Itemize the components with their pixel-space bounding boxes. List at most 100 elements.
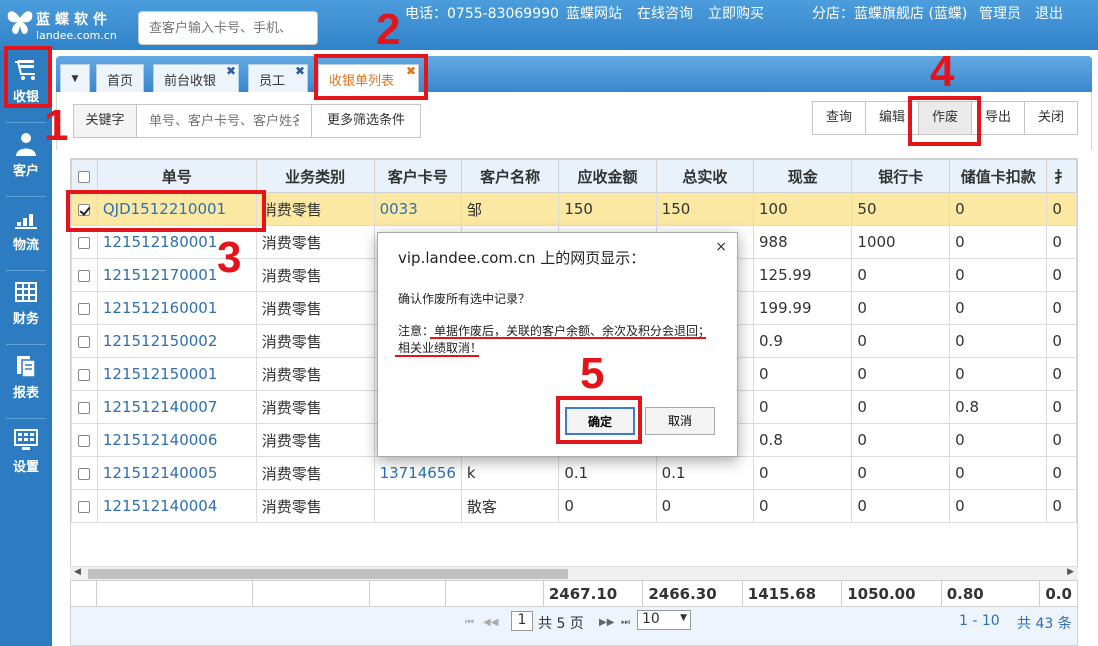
scroll-thumb[interactable] [88,569,568,579]
online-consult-link[interactable]: 在线咨询 [637,3,693,23]
row-checkbox[interactable] [78,500,91,513]
col-header[interactable]: 应收金额 [558,159,657,193]
col-header[interactable]: 现金 [753,159,853,193]
tab-home[interactable]: 首页 [96,64,145,92]
logo-text: 蓝蝶软件 [36,12,112,28]
cell-type: 消费零售 [255,456,375,490]
cell-card[interactable]: 13714656 [373,456,462,490]
cell-total: 0.1 [655,456,755,490]
row-select-cell[interactable] [71,390,98,424]
report-icon [17,356,36,378]
row-checkbox[interactable] [78,302,91,315]
row-checkbox[interactable] [78,335,91,348]
col-header[interactable]: 总实收 [655,159,755,193]
cell-id[interactable]: 121512150001 [96,357,257,391]
phone-number: 电话：0755-83069990 [405,6,559,22]
cell-due: 0 [558,489,657,523]
row-checkbox[interactable] [78,401,91,414]
row-select-cell[interactable] [71,489,98,523]
scroll-left-icon[interactable]: ◀ [74,567,81,577]
cell-cash: 988 [753,225,853,259]
annotation-box-void [908,96,981,146]
keyword-input[interactable] [137,104,312,138]
row-checkbox[interactable] [78,236,91,249]
confirm-cancel-button[interactable]: 取消 [645,407,715,435]
row-select-cell[interactable] [71,357,98,391]
page-size-select[interactable]: 10 ▼ [637,610,691,630]
select-all-cell[interactable] [71,159,98,193]
cell-id[interactable]: 121512140007 [96,390,257,424]
nav-settings[interactable]: 设置 [0,420,52,492]
dialog-close-icon[interactable]: × [715,239,727,255]
close-button[interactable]: 关闭 [1024,101,1078,135]
last-page-icon[interactable]: ⏭ [621,617,630,628]
settings-icon [14,429,38,450]
nav-divider [6,196,46,197]
logout-link[interactable]: 退出 [1035,3,1063,23]
close-icon[interactable]: ✖ [226,64,236,78]
cell-card[interactable] [373,489,462,523]
cell-stored: 0 [949,357,1048,391]
cell-type: 消费零售 [255,390,375,424]
tab-front-cashier[interactable]: 前台收银 ✖ [153,64,240,92]
cell-stored: 0 [949,192,1048,226]
row-checkbox[interactable] [78,467,91,480]
query-button[interactable]: 查询 [812,101,866,135]
row-select-cell[interactable] [71,423,98,457]
first-page-icon[interactable]: ⏮ [465,617,474,628]
cell-id[interactable]: 121512160001 [96,291,257,325]
nav-reports[interactable]: 报表 [0,346,52,418]
col-header[interactable]: 客户卡号 [373,159,462,193]
logo[interactable]: 蓝蝶软件 landee.com.cn [6,6,126,46]
cell-cash: 0.8 [753,423,853,457]
page-number-input[interactable]: 1 [511,611,533,631]
scroll-right-icon[interactable]: ▶ [1067,567,1074,577]
cell-id[interactable]: 121512140005 [96,456,257,490]
customer-search-input[interactable] [138,11,318,45]
dialog-question: 确认作废所有选中记录？ [398,292,531,306]
row-select-cell[interactable] [71,456,98,490]
cell-name: k [460,456,560,490]
nav-finance[interactable]: 财务 [0,272,52,344]
cell-cash: 100 [753,192,853,226]
row-select-cell[interactable] [71,258,98,292]
cell-type: 消费零售 [255,489,375,523]
row-checkbox[interactable] [78,368,91,381]
finance-icon [15,282,37,302]
close-icon[interactable]: ✖ [295,64,305,78]
cell-type: 消费零售 [255,357,375,391]
cell-id[interactable]: 121512150002 [96,324,257,358]
row-select-cell[interactable] [71,291,98,325]
table-row[interactable]: 121512140004 消费零售 散客 0 0 0 0 0 0 [71,489,1077,523]
user-link[interactable]: 管理员 [979,3,1021,23]
cell-bank: 0 [851,324,951,358]
prev-page-icon[interactable]: ◀◀ [483,617,498,628]
cell-cash: 0.9 [753,324,853,358]
cell-due: 0.1 [558,456,657,490]
buy-now-link[interactable]: 立即购买 [708,3,764,23]
row-checkbox[interactable] [78,434,91,447]
col-header[interactable]: 单号 [96,159,257,193]
nav-logistics[interactable]: 物流 [0,198,52,270]
row-checkbox[interactable] [78,269,91,282]
col-header[interactable]: 业务类别 [255,159,375,193]
keyword-label: 关键字 [73,104,137,138]
next-page-icon[interactable]: ▶▶ [599,617,614,628]
website-link[interactable]: 蓝蝶网站 [566,3,622,23]
col-header[interactable]: 客户名称 [460,159,560,193]
cell-id[interactable]: 121512140004 [96,489,257,523]
col-header[interactable]: 银行卡 [851,159,951,193]
row-select-cell[interactable] [71,324,98,358]
more-filters-button[interactable]: 更多筛选条件 [311,104,421,138]
cell-card[interactable]: 0033 [373,192,462,226]
tab-menu-dropdown[interactable]: ▼ [60,64,90,92]
cell-id[interactable]: 121512140006 [96,423,257,457]
col-header[interactable]: 储值卡扣款 [949,159,1048,193]
horizontal-scrollbar[interactable]: ◀ ▶ [70,566,1078,580]
tab-employee[interactable]: 员工 ✖ [248,64,309,92]
cell-stored: 0 [949,291,1048,325]
col-header[interactable]: 扌 [1046,159,1077,193]
table-row[interactable]: 121512140005 消费零售 13714656 k 0.1 0.1 0 0 0 0 [71,456,1077,490]
cell-extra: 0 [1046,390,1077,424]
select-all-checkbox[interactable] [78,170,91,183]
